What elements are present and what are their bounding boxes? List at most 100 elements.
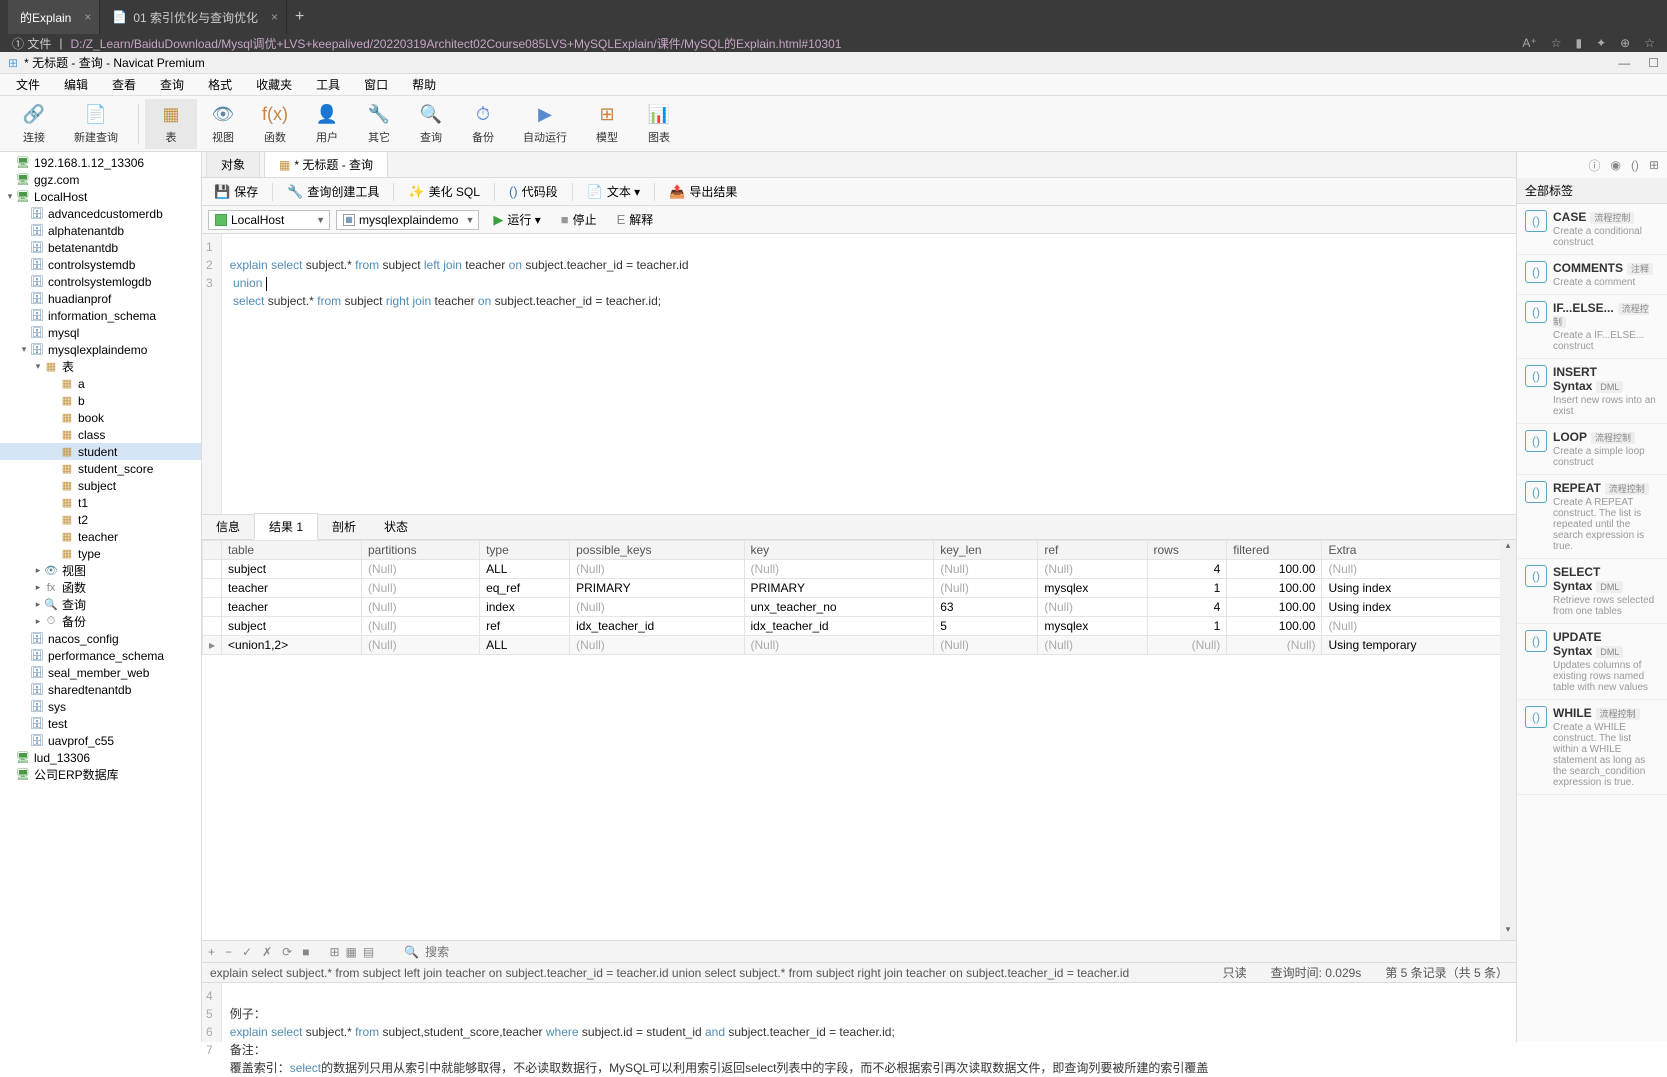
- column-header[interactable]: key_len: [934, 541, 1038, 560]
- expand-icon[interactable]: ▾: [32, 361, 44, 372]
- cell[interactable]: teacher: [222, 579, 362, 598]
- bookmark-icon[interactable]: ▮: [1576, 36, 1583, 50]
- snippet-item[interactable]: ()IF...ELSE...流程控制Create a IF...ELSE... …: [1517, 295, 1667, 359]
- sidebar-item[interactable]: 🗄nacos_config: [0, 630, 201, 647]
- cell[interactable]: idx_teacher_id: [744, 617, 934, 636]
- url-text[interactable]: D:/Z_Learn/BaiduDownload/Mysql调优+LVS+kee…: [70, 35, 841, 52]
- browser-tab-1[interactable]: 📄 01 索引优化与查询优化 ×: [100, 0, 287, 34]
- code-area[interactable]: explain select subject.* from subject le…: [222, 234, 697, 514]
- close-icon[interactable]: ×: [271, 10, 278, 24]
- grid-action-icon[interactable]: ⟳: [282, 945, 292, 959]
- database-combo[interactable]: ▦ mysqlexplaindemo ▼: [336, 210, 479, 230]
- cell[interactable]: 1: [1147, 617, 1227, 636]
- scroll-down-icon[interactable]: ▾: [1500, 924, 1516, 940]
- expand-icon[interactable]: ▾: [4, 191, 16, 202]
- snippet-list[interactable]: ()CASE流程控制Create a conditional construct…: [1517, 204, 1667, 1042]
- grid-action-icon[interactable]: ■: [302, 945, 309, 959]
- toolbar-模型[interactable]: ⊞模型: [581, 99, 633, 149]
- run-btn-停止[interactable]: ■停止: [553, 209, 605, 230]
- sidebar-item[interactable]: ▾▦表: [0, 358, 201, 375]
- snippet-item[interactable]: ()REPEAT流程控制Create A REPEAT construct. T…: [1517, 475, 1667, 559]
- menu-item[interactable]: 收藏夹: [244, 76, 304, 93]
- expand-icon[interactable]: ▸: [32, 616, 44, 627]
- sidebar-item[interactable]: 🗄sharedtenantdb: [0, 681, 201, 698]
- cell[interactable]: 4: [1147, 560, 1227, 579]
- rp-icon[interactable]: ⊞: [1649, 158, 1659, 172]
- sidebar-item[interactable]: ▦class: [0, 426, 201, 443]
- sidebar-item[interactable]: 🖥lud_13306: [0, 749, 201, 766]
- toolbar-函数[interactable]: f(x)函数: [249, 99, 301, 149]
- cell[interactable]: (Null): [570, 598, 744, 617]
- editor-tb-0[interactable]: 💾保存: [208, 181, 264, 202]
- column-header[interactable]: type: [480, 541, 570, 560]
- menu-item[interactable]: 查询: [148, 76, 196, 93]
- editor-tb-2[interactable]: ✨美化 SQL: [402, 181, 486, 202]
- cell[interactable]: Using index: [1322, 579, 1516, 598]
- connection-combo[interactable]: LocalHost ▼: [208, 210, 330, 230]
- sidebar-item[interactable]: ▦a: [0, 375, 201, 392]
- menu-item[interactable]: 查看: [100, 76, 148, 93]
- sidebar-item[interactable]: 🗄mysql: [0, 324, 201, 341]
- cell[interactable]: Using temporary: [1322, 636, 1516, 655]
- cell[interactable]: (Null): [744, 636, 934, 655]
- grid-view-icon[interactable]: ▤: [363, 945, 374, 959]
- sidebar-item[interactable]: 🖥公司ERP数据库: [0, 766, 201, 783]
- toolbar-连接[interactable]: 🔗连接: [8, 99, 60, 149]
- cell[interactable]: (Null): [1322, 617, 1516, 636]
- cell[interactable]: (Null): [1322, 560, 1516, 579]
- result-grid[interactable]: tablepartitionstypepossible_keyskeykey_l…: [202, 540, 1516, 655]
- column-header[interactable]: partitions: [361, 541, 479, 560]
- lower-editor[interactable]: 4567 例子： explain select subject.* from s…: [202, 982, 1516, 1042]
- sidebar-item[interactable]: 🗄controlsystemlogdb: [0, 273, 201, 290]
- column-header[interactable]: ref: [1038, 541, 1147, 560]
- snippet-item[interactable]: ()LOOP流程控制Create a simple loop construct: [1517, 424, 1667, 475]
- result-tab[interactable]: 信息: [202, 514, 254, 539]
- sidebar-item[interactable]: ▸fx函数: [0, 579, 201, 596]
- cell[interactable]: (Null): [934, 560, 1038, 579]
- cell[interactable]: 100.00: [1227, 579, 1322, 598]
- cell[interactable]: mysqlex: [1038, 579, 1147, 598]
- cell[interactable]: teacher: [222, 598, 362, 617]
- cell[interactable]: unx_teacher_no: [744, 598, 934, 617]
- sidebar[interactable]: 🖥192.168.1.12_13306🖥ggz.com▾🖥LocalHost🗄a…: [0, 152, 202, 1042]
- run-btn-解释[interactable]: E解释: [609, 209, 662, 230]
- scroll-up-icon[interactable]: ▴: [1500, 540, 1516, 556]
- editor-tb-1[interactable]: 🔧查询创建工具: [281, 181, 385, 202]
- snippet-item[interactable]: ()SELECT SyntaxDMLRetrieve rows selected…: [1517, 559, 1667, 624]
- cell[interactable]: (Null): [570, 636, 744, 655]
- cell[interactable]: Using index: [1322, 598, 1516, 617]
- grid-view-icon[interactable]: ⊞: [329, 945, 339, 959]
- sidebar-item[interactable]: ▾🗄mysqlexplaindemo: [0, 341, 201, 358]
- sidebar-item[interactable]: 🗄test: [0, 715, 201, 732]
- sidebar-item[interactable]: ▦teacher: [0, 528, 201, 545]
- cell[interactable]: 100.00: [1227, 617, 1322, 636]
- cell[interactable]: idx_teacher_id: [570, 617, 744, 636]
- grid-action-icon[interactable]: −: [225, 945, 232, 959]
- sidebar-item[interactable]: ▦t1: [0, 494, 201, 511]
- sidebar-item[interactable]: 🗄controlsystemdb: [0, 256, 201, 273]
- column-header[interactable]: Extra: [1322, 541, 1516, 560]
- run-btn-运行 ▾[interactable]: ▶运行 ▾: [485, 209, 548, 230]
- cell[interactable]: 100.00: [1227, 560, 1322, 579]
- reader-icon[interactable]: A⁺: [1522, 36, 1536, 50]
- expand-icon[interactable]: ▸: [32, 582, 44, 593]
- table-row[interactable]: teacher(Null)index(Null)unx_teacher_no63…: [203, 598, 1516, 617]
- grid-view-icon[interactable]: ▦: [346, 945, 357, 959]
- snippet-item[interactable]: ()CASE流程控制Create a conditional construct: [1517, 204, 1667, 255]
- cell[interactable]: (Null): [744, 560, 934, 579]
- cell[interactable]: 63: [934, 598, 1038, 617]
- cell[interactable]: (Null): [1038, 560, 1147, 579]
- sidebar-item[interactable]: ▦subject: [0, 477, 201, 494]
- menu-item[interactable]: 帮助: [400, 76, 448, 93]
- sidebar-item[interactable]: 🗄information_schema: [0, 307, 201, 324]
- rp-icon[interactable]: (): [1631, 158, 1639, 172]
- rp-icon[interactable]: ⓘ: [1588, 157, 1600, 174]
- rp-icon[interactable]: ◉: [1610, 158, 1620, 172]
- expand-icon[interactable]: ▸: [32, 565, 44, 576]
- editor-tb-5[interactable]: 📤导出结果: [663, 181, 743, 202]
- cell[interactable]: PRIMARY: [570, 579, 744, 598]
- expand-icon[interactable]: ▸: [32, 599, 44, 610]
- sidebar-item[interactable]: 🗄huadianprof: [0, 290, 201, 307]
- sql-editor[interactable]: 123 explain select subject.* from subjec…: [202, 234, 1516, 514]
- sidebar-item[interactable]: 🗄seal_member_web: [0, 664, 201, 681]
